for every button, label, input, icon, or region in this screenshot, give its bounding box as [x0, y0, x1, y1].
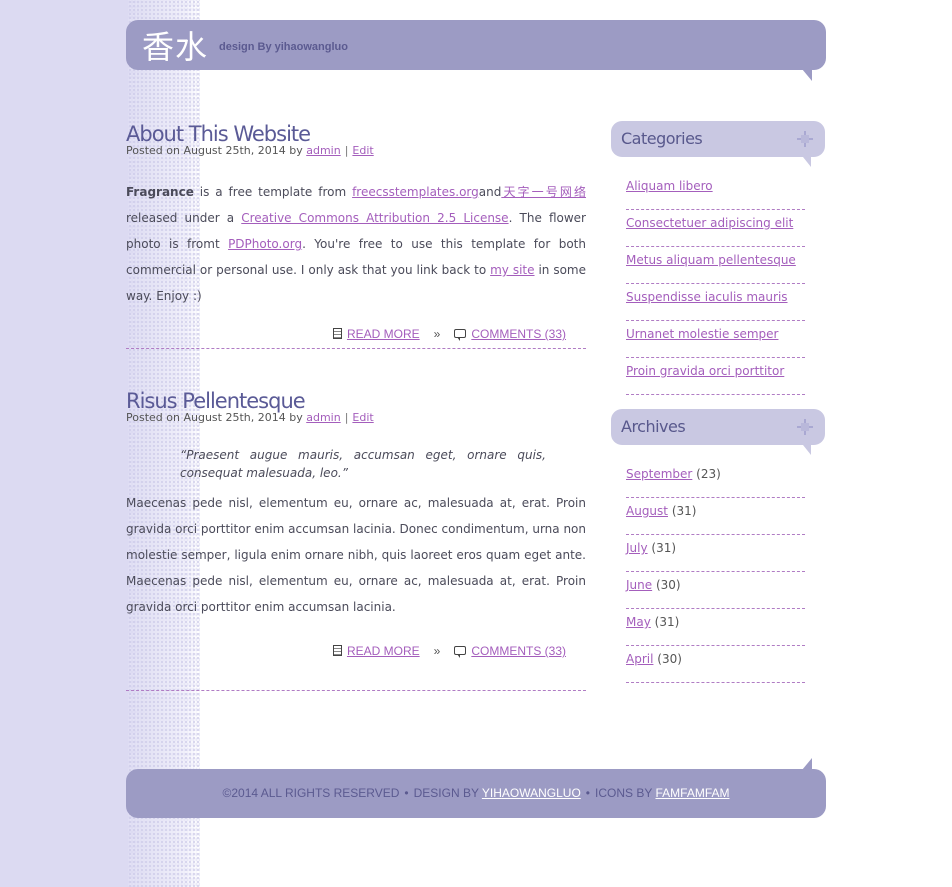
list-item: September (23) [626, 461, 805, 498]
icons-by-label: ICONS BY [595, 786, 653, 800]
my-site-link[interactable]: my site [490, 263, 534, 277]
post-risus: Risus Pellentesque Posted on August 25th… [126, 388, 586, 658]
archive-link[interactable]: September [626, 467, 692, 481]
archive-count: (30) [657, 652, 682, 666]
bullet-separator: • [404, 786, 409, 800]
archives-list: September (23) August (31) July (31) Jun… [626, 461, 805, 683]
read-more-link[interactable]: READ MORE [347, 327, 420, 341]
list-item: Suspendisse iaculis mauris [626, 284, 805, 321]
yihao-link[interactable]: 天字一号网络 [501, 185, 586, 199]
list-item: Urnanet molestie semper [626, 321, 805, 358]
category-link[interactable]: Urnanet molestie semper [626, 327, 778, 341]
archive-count: (23) [696, 467, 721, 481]
read-more-link[interactable]: READ MORE [347, 644, 420, 658]
comment-icon [454, 646, 467, 658]
archive-count: (30) [655, 578, 681, 592]
post-meta: Posted on August 25th, 2014 by admin | Edi… [126, 144, 374, 157]
famfamfam-link[interactable]: FAMFAMFAM [655, 786, 729, 800]
entry-text: and [478, 185, 502, 199]
post-body: Maecenas pede nisl, elementum eu, ornare… [126, 496, 586, 614]
site-tagline: design By yihaowangluo [219, 41, 348, 53]
post-meta-text: Posted on August 25th, 2014 by [126, 144, 303, 157]
entry-text: is a free template from [193, 185, 353, 199]
copyright-text: ©2014 ALL RIGHTS RESERVED [222, 786, 400, 800]
category-link[interactable]: Consectetuer adipiscing elit [626, 216, 793, 230]
list-item: Consectetuer adipiscing elit [626, 210, 805, 247]
archive-count: (31) [651, 541, 677, 555]
categories-title: Categories [621, 129, 703, 148]
site-header: 香水 design By yihaowangluo [126, 20, 826, 81]
archives-heading: Archives [611, 409, 825, 455]
footer-speech-tail [802, 758, 812, 770]
crosshair-icon [797, 419, 813, 435]
archive-link[interactable]: May [626, 615, 651, 629]
author-link[interactable]: admin [306, 411, 340, 424]
list-item: May (31) [626, 609, 805, 646]
archive-link[interactable]: August [626, 504, 668, 518]
site-footer: ©2014 ALL RIGHTS RESERVED • DESIGN BY YIHA… [126, 758, 826, 818]
category-link[interactable]: Suspendisse iaculis mauris [626, 290, 788, 304]
archive-link[interactable]: June [626, 578, 652, 592]
list-item: July (31) [626, 535, 805, 572]
list-item: June (30) [626, 572, 805, 609]
category-link[interactable]: Metus aliquam pellentesque [626, 253, 796, 267]
heading-speech-tail [803, 445, 811, 455]
page-icon [332, 328, 342, 339]
list-item: August (31) [626, 498, 805, 535]
entry-text: released under a [126, 211, 242, 225]
edit-link[interactable]: Edit [352, 144, 373, 157]
list-item: April (30) [626, 646, 805, 683]
archive-count: (31) [671, 504, 697, 518]
entry-strong: Fragrance [126, 185, 194, 199]
archives-title: Archives [621, 417, 686, 436]
crosshair-icon [797, 131, 813, 147]
heading-speech-tail [803, 157, 811, 167]
post-divider [126, 348, 586, 349]
raquo-separator: » [433, 327, 441, 341]
comments-link[interactable]: COMMENTS (33) [471, 644, 566, 658]
comments-link[interactable]: COMMENTS (33) [471, 327, 566, 341]
post-entry: Fragrance is a free template from freecs… [126, 179, 586, 309]
comment-icon [454, 329, 467, 341]
author-link[interactable]: admin [306, 144, 340, 157]
post-about: About This Website Posted on August 25th… [126, 121, 586, 341]
freecsstemplates-link[interactable]: freecsstemplates.org [352, 185, 479, 199]
post-links: READ MORE » COMMENTS (33) [126, 644, 586, 658]
pdphoto-link[interactable]: PDPhoto.org [228, 237, 302, 251]
categories-list: Aliquam libero Consectetuer adipiscing e… [626, 173, 805, 395]
edit-link[interactable]: Edit [352, 411, 373, 424]
post-quote: “Praesent augue mauris, accumsan eget, o… [180, 448, 546, 480]
page-icon [332, 645, 342, 656]
list-item: Proin gravida orci porttitor [626, 358, 805, 395]
list-item: Aliquam libero [626, 173, 805, 210]
list-item: Metus aliquam pellentesque [626, 247, 805, 284]
archives-box: Archives September (23) August (31) July… [611, 409, 825, 683]
license-link[interactable]: Creative Commons Attribution 2.5 License [241, 211, 508, 225]
post-meta: Posted on August 25th, 2014 by admin | Edi… [126, 411, 374, 424]
archive-link[interactable]: April [626, 652, 653, 666]
categories-heading: Categories [611, 121, 825, 167]
designer-link[interactable]: YIHAOWANGLUO [482, 786, 581, 800]
post-divider [126, 690, 586, 691]
post-links: READ MORE » COMMENTS (33) [126, 327, 586, 341]
site-logo[interactable]: 香水 [142, 22, 208, 68]
post-meta-text: Posted on August 25th, 2014 by [126, 411, 303, 424]
design-by-label: DESIGN BY [413, 786, 479, 800]
category-link[interactable]: Proin gravida orci porttitor [626, 364, 784, 378]
header-speech-tail [802, 69, 812, 81]
archive-link[interactable]: July [626, 541, 648, 555]
raquo-separator: » [433, 644, 441, 658]
bullet-separator: • [585, 786, 590, 800]
archive-count: (31) [654, 615, 680, 629]
categories-box: Categories Aliquam libero Consectetuer a… [611, 121, 825, 395]
category-link[interactable]: Aliquam libero [626, 179, 713, 193]
